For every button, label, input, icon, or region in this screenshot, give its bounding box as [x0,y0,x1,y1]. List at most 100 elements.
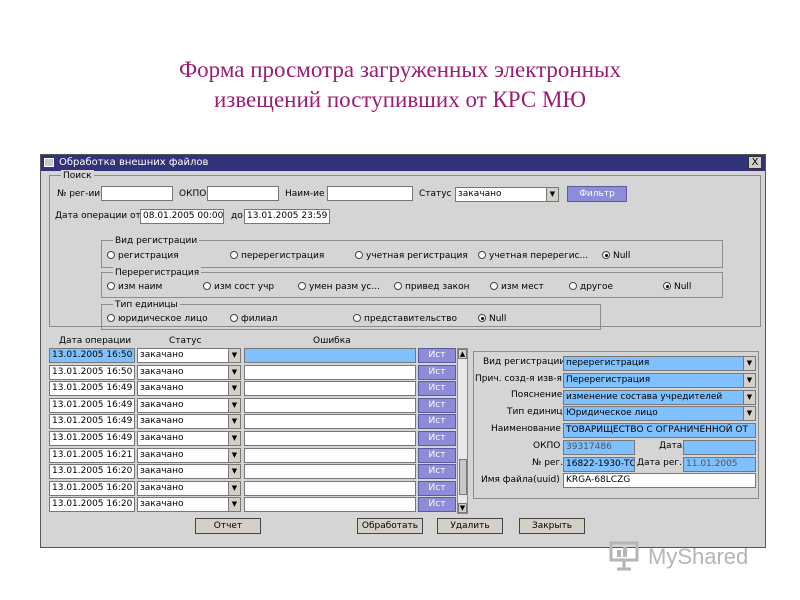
name-field[interactable] [327,186,413,201]
chevron-down-icon[interactable]: ▼ [228,349,240,362]
chevron-down-icon[interactable]: ▼ [228,399,240,412]
source-button[interactable]: Ист [418,481,456,496]
chevron-down-icon[interactable]: ▼ [228,432,240,445]
close-button[interactable]: Закрыть [519,518,585,534]
table-cell-status[interactable]: закачано ▼ [137,381,241,396]
chevron-down-icon[interactable]: ▼ [228,465,240,478]
table-cell-date[interactable]: 13.01.2005 16:20 [49,497,135,512]
source-button[interactable]: Ист [418,381,456,396]
source-button[interactable]: Ист [418,365,456,380]
chevron-down-icon[interactable]: ▼ [228,415,240,428]
detail-name-field[interactable]: ТОВАРИЩЕСТВО С ОГРАНИЧЕННОЙ ОТ [563,423,756,438]
detail-file-field[interactable]: KRGA-68LCZG [563,473,756,488]
table-cell-error[interactable] [244,448,416,463]
table-cell-date[interactable]: 13.01.2005 16:20 [49,464,135,479]
filter-button[interactable]: Фильтр [567,186,627,202]
radio-branch[interactable]: филиал [230,313,277,325]
source-button[interactable]: Ист [418,348,456,363]
source-button[interactable]: Ист [418,398,456,413]
table-cell-date[interactable]: 13.01.2005 16:49 [49,414,135,429]
detail-reason-select[interactable]: Перерегистрация ▼ [563,373,756,388]
table-cell-error[interactable] [244,414,416,429]
chevron-down-icon[interactable]: ▼ [743,407,755,420]
chevron-down-icon[interactable]: ▼ [228,366,240,379]
delete-button[interactable]: Удалить [437,518,503,534]
radio-reduce-capital[interactable]: умен разм ус... [298,281,380,293]
scroll-down-icon[interactable]: ▼ [458,503,467,513]
date-from-field[interactable]: 08.01.2005 00:00 [140,209,224,224]
table-cell-date[interactable]: 13.01.2005 16:21 [49,448,135,463]
table-cell-error[interactable] [244,365,416,380]
source-button[interactable]: Ист [418,497,456,512]
source-button[interactable]: Ист [418,414,456,429]
detail-okpo-field[interactable]: 39317486 [563,440,635,455]
radio-reg-null[interactable]: Null [602,250,630,262]
okpo-field[interactable] [207,186,279,201]
radio-representation[interactable]: представительство [353,313,457,325]
table-cell-error[interactable] [244,481,416,496]
detail-date-field[interactable] [683,440,756,455]
radio-other[interactable]: другое [569,281,613,293]
status-select[interactable]: закачано ▼ [455,187,559,202]
radio-law-compliance[interactable]: привед закон [394,281,470,293]
chevron-down-icon[interactable]: ▼ [228,482,240,495]
table-cell-date[interactable]: 13.01.2005 16:50 [49,348,135,363]
table-cell-error[interactable] [244,464,416,479]
table-cell-error[interactable] [244,348,416,363]
radio-registration[interactable]: регистрация [107,250,179,262]
date-to-field[interactable]: 13.01.2005 23:59 [244,209,330,224]
reg-num-field[interactable] [101,186,173,201]
table-cell-date[interactable]: 13.01.2005 16:50 [49,365,135,380]
source-button[interactable]: Ист [418,431,456,446]
table-cell-date[interactable]: 13.01.2005 16:49 [49,381,135,396]
chevron-down-icon[interactable]: ▼ [228,449,240,462]
chevron-down-icon[interactable]: ▼ [743,391,755,404]
chevron-down-icon[interactable]: ▼ [228,498,240,511]
table-cell-status[interactable]: закачано ▼ [137,414,241,429]
detail-note-select[interactable]: изменение состава учредителей ▼ [563,390,756,405]
radio-reregistration[interactable]: перерегистрация [230,250,324,262]
table-cell-status[interactable]: закачано ▼ [137,348,241,363]
window-close-button[interactable]: X [748,156,762,169]
chevron-down-icon[interactable]: ▼ [228,382,240,395]
window-titlebar[interactable]: Обработка внешних файлов X [41,155,765,171]
detail-reg-type-select[interactable]: перерегистрация ▼ [563,356,756,371]
table-cell-error[interactable] [244,431,416,446]
source-button[interactable]: Ист [418,448,456,463]
chevron-down-icon[interactable]: ▼ [743,374,755,387]
detail-file-label: Имя файла(uuid) [481,475,560,485]
process-button[interactable]: Обработать [357,518,423,534]
detail-reg-num-field[interactable]: 16822-1930-ТО [563,457,635,472]
radio-change-name[interactable]: изм наим [107,281,162,293]
table-cell-date[interactable]: 13.01.2005 16:20 [49,481,135,496]
radio-change-location[interactable]: изм мест [490,281,544,293]
table-cell-error[interactable] [244,398,416,413]
table-cell-status[interactable]: закачано ▼ [137,464,241,479]
table-cell-status[interactable]: закачано ▼ [137,398,241,413]
detail-reg-date-field[interactable]: 11.01.2005 [683,457,756,472]
radio-label: Null [674,282,692,292]
scroll-up-icon[interactable]: ▲ [458,349,467,359]
radio-change-founders[interactable]: изм сост учр [203,281,274,293]
radio-rereg-null[interactable]: Null [663,281,691,293]
report-button[interactable]: Отчет [195,518,261,534]
radio-unit-null[interactable]: Null [478,313,506,325]
radio-account-registration[interactable]: учетная регистрация [355,250,468,262]
table-scrollbar[interactable]: ▲ ▼ [457,348,468,514]
table-cell-status[interactable]: закачано ▼ [137,431,241,446]
scrollbar-thumb[interactable] [459,459,467,495]
chevron-down-icon[interactable]: ▼ [743,357,755,370]
table-cell-date[interactable]: 13.01.2005 16:49 [49,398,135,413]
table-cell-date[interactable]: 13.01.2005 16:49 [49,431,135,446]
detail-unit-select[interactable]: Юридическое лицо ▼ [563,406,756,421]
table-cell-error[interactable] [244,497,416,512]
source-button[interactable]: Ист [418,464,456,479]
radio-legal-entity[interactable]: юридическое лицо [107,313,208,325]
table-cell-error[interactable] [244,381,416,396]
chevron-down-icon[interactable]: ▼ [546,188,558,201]
table-cell-status[interactable]: закачано ▼ [137,448,241,463]
table-cell-status[interactable]: закачано ▼ [137,497,241,512]
table-cell-status[interactable]: закачано ▼ [137,365,241,380]
radio-account-reregistration[interactable]: учетная перерегис... [478,250,588,262]
table-cell-status[interactable]: закачано ▼ [137,481,241,496]
